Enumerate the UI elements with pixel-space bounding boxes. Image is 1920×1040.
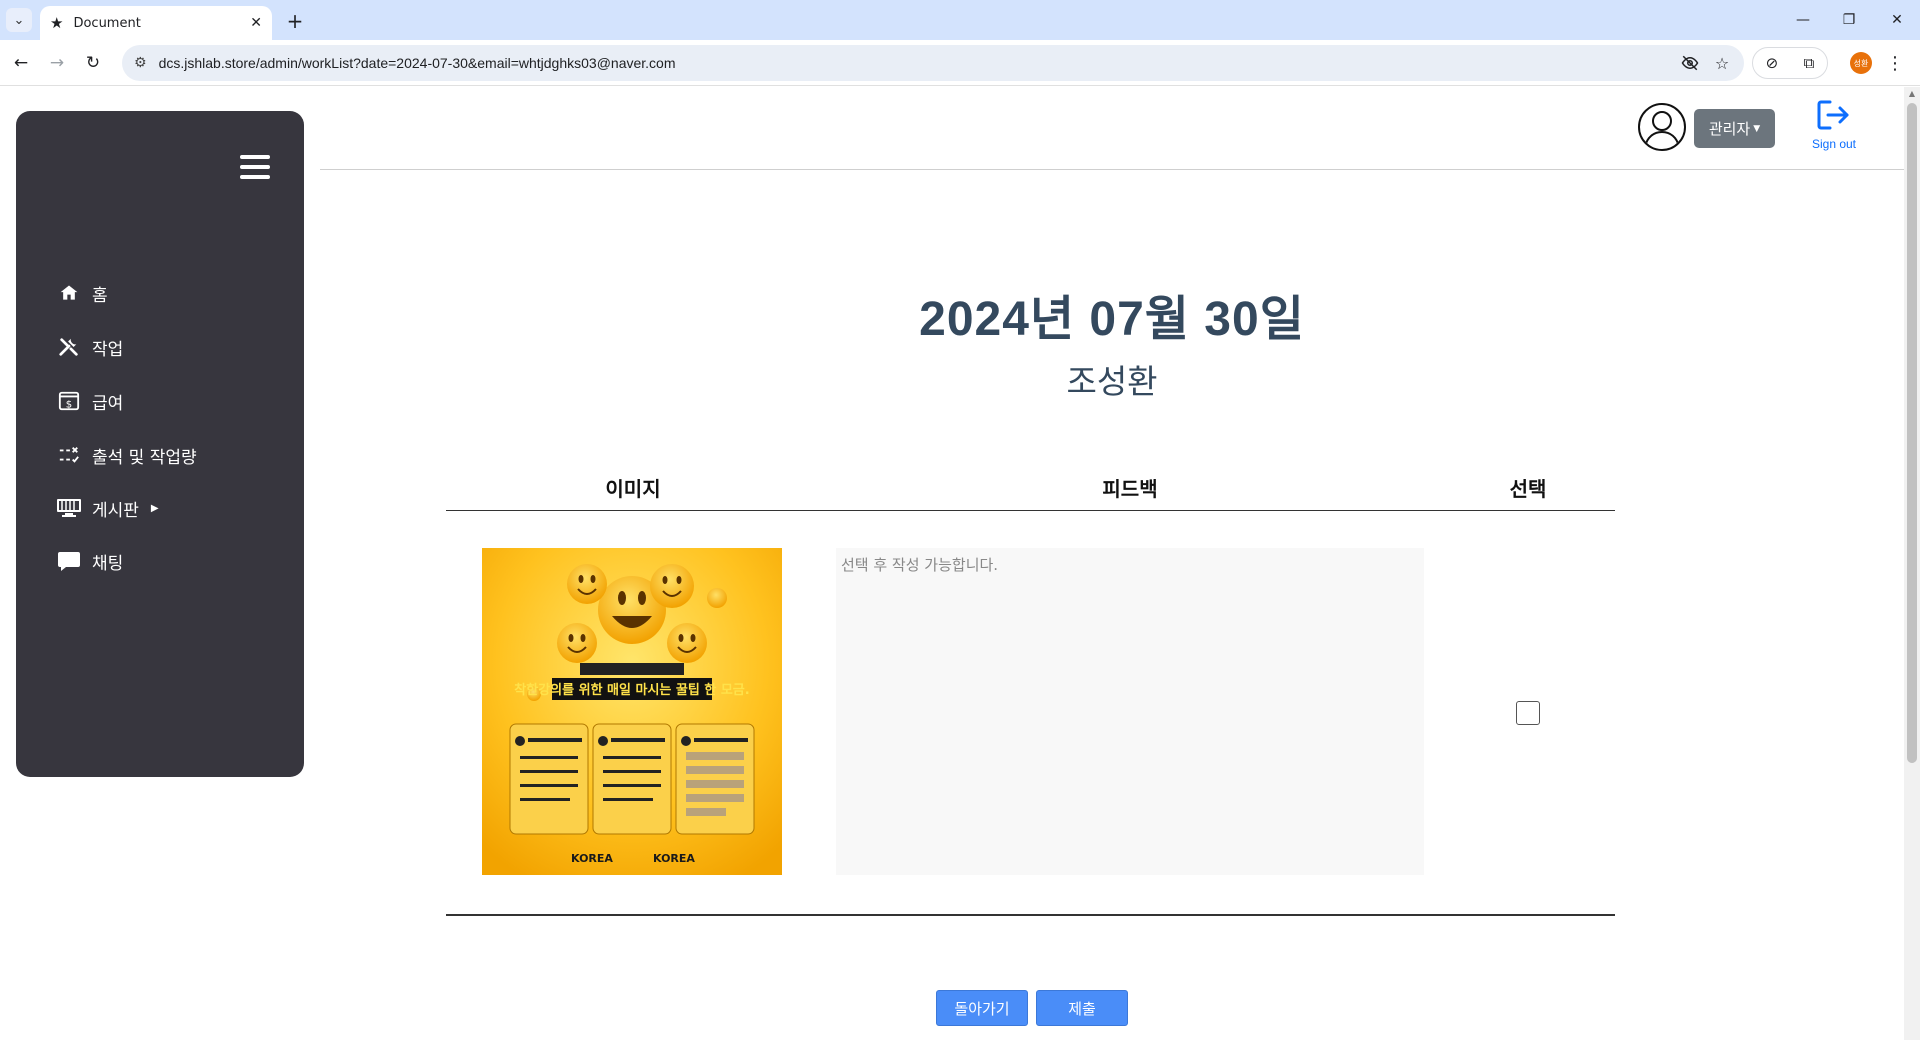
work-table: 이미지 피드백 선택 착한강의를 위한 매일 마시는 꿀팁 한 모금. KORE… (446, 467, 1615, 916)
minimize-icon[interactable]: — (1780, 0, 1826, 40)
restore-icon[interactable]: ❐ (1826, 0, 1872, 40)
poster-headline: 착한강의를 위한 매일 마시는 꿀팁 한 모금. (514, 682, 749, 698)
poster-brand-left: KOREA (571, 852, 613, 865)
sidebar-item-label: 작업 (92, 339, 124, 360)
bookmark-star-icon[interactable]: ☆ (1708, 49, 1736, 77)
reload-icon[interactable]: ↻ (80, 50, 106, 76)
feedback-textarea[interactable] (836, 548, 1424, 875)
new-tab-plus-icon[interactable]: + (282, 8, 308, 34)
work-image[interactable]: 착한강의를 위한 매일 마시는 꿀팁 한 모금. KOREA KOREA (482, 548, 782, 875)
address-bar[interactable]: ⚙ dcs.jshlab.store/admin/workList?date=2… (122, 45, 1744, 81)
worker-name: 조성환 (1066, 362, 1158, 401)
select-checkbox[interactable] (1516, 701, 1540, 725)
poster-brand-right: KOREA (653, 852, 695, 865)
profile-avatar[interactable]: 성환 (1850, 52, 1872, 74)
table-row: 착한강의를 위한 매일 마시는 꿀팁 한 모금. KOREA KOREA 선택 … (446, 511, 1615, 916)
site-info-icon[interactable]: ⚙ (134, 55, 147, 71)
table-header: 이미지 피드백 선택 (446, 467, 1615, 511)
tab-search-chevron-icon[interactable]: ⌄ (6, 8, 32, 32)
header-divider (320, 169, 1904, 170)
user-avatar-icon[interactable] (1638, 103, 1686, 151)
caret-right-icon: ▶ (150, 502, 159, 514)
browser-tab[interactable]: ★ Document ✕ (40, 6, 272, 40)
browser-tabstrip: ⌄ ★ Document ✕ + — ❐ ✕ (0, 0, 1920, 40)
sidebar-item-label: 채팅 (92, 553, 124, 574)
tab-favicon-star-icon: ★ (50, 14, 64, 32)
submit-button[interactable]: 제출 (1036, 990, 1128, 1026)
page-title: 2024년 07월 30일 (919, 293, 1305, 346)
sidebar-item-work[interactable]: 작업 (56, 332, 123, 362)
sidebar-item-label: 게시판 (92, 500, 139, 521)
signout-arrow-icon (1817, 100, 1849, 130)
window-close-icon[interactable]: ✕ (1874, 0, 1920, 40)
back-button[interactable]: 돌아가기 (936, 990, 1028, 1026)
tools-icon (56, 334, 82, 360)
column-header-feedback: 피드백 (1102, 477, 1158, 501)
tab-title: Document (73, 15, 141, 31)
page-scrollbar[interactable]: ▲ (1904, 87, 1920, 1040)
salary-icon: $ (56, 388, 82, 414)
url-text[interactable]: dcs.jshlab.store/admin/workList?date=202… (159, 55, 676, 71)
scrollbar-thumb[interactable] (1907, 103, 1917, 763)
sidebar-item-label: 급여 (92, 393, 124, 414)
browser-toolbar: ← → ↻ ⚙ dcs.jshlab.store/admin/workList?… (0, 40, 1920, 86)
back-arrow-icon[interactable]: ← (8, 50, 34, 76)
sidebar-item-board[interactable]: 게시판 ▶ (56, 493, 159, 523)
extensions-group: ⊘ ⧉ (1752, 47, 1828, 79)
forward-arrow-icon[interactable]: → (44, 50, 70, 76)
column-header-select: 선택 (1509, 477, 1547, 501)
tab-close-icon[interactable]: ✕ (250, 15, 262, 31)
page-content: 홈 작업 $ 급여 출석 및 작업량 게시판 ▶ 채팅 관리자 ▼ Sign o… (0, 87, 1904, 1040)
svg-text:$: $ (66, 399, 72, 410)
caret-down-icon: ▼ (1753, 123, 1761, 134)
sidebar: 홈 작업 $ 급여 출석 및 작업량 게시판 ▶ 채팅 (16, 111, 304, 777)
sync-off-icon[interactable]: ⊘ (1766, 54, 1779, 72)
scroll-up-icon[interactable]: ▲ (1907, 89, 1917, 99)
sidebar-item-salary[interactable]: $ 급여 (56, 386, 123, 416)
sidebar-item-attendance[interactable]: 출석 및 작업량 (56, 440, 197, 470)
checklist-icon (56, 442, 82, 468)
home-icon (56, 280, 82, 306)
eye-off-icon[interactable] (1676, 49, 1704, 77)
signout-label: Sign out (1811, 137, 1857, 151)
puzzle-extensions-icon[interactable]: ⧉ (1804, 54, 1815, 72)
sidebar-item-label: 홈 (92, 285, 108, 306)
signout-button[interactable]: Sign out (1806, 99, 1862, 155)
sidebar-item-chat[interactable]: 채팅 (56, 546, 123, 576)
browser-menu-icon[interactable]: ⋮ (1884, 50, 1906, 76)
chat-icon (56, 548, 82, 574)
sidebar-item-label: 출석 및 작업량 (92, 447, 197, 468)
hamburger-menu-icon[interactable] (240, 155, 270, 179)
role-dropdown-label: 관리자 (1708, 120, 1751, 138)
board-icon (56, 495, 82, 521)
role-dropdown-button[interactable]: 관리자 ▼ (1694, 109, 1775, 148)
sidebar-item-home[interactable]: 홈 (56, 278, 108, 308)
column-header-image: 이미지 (605, 477, 661, 501)
